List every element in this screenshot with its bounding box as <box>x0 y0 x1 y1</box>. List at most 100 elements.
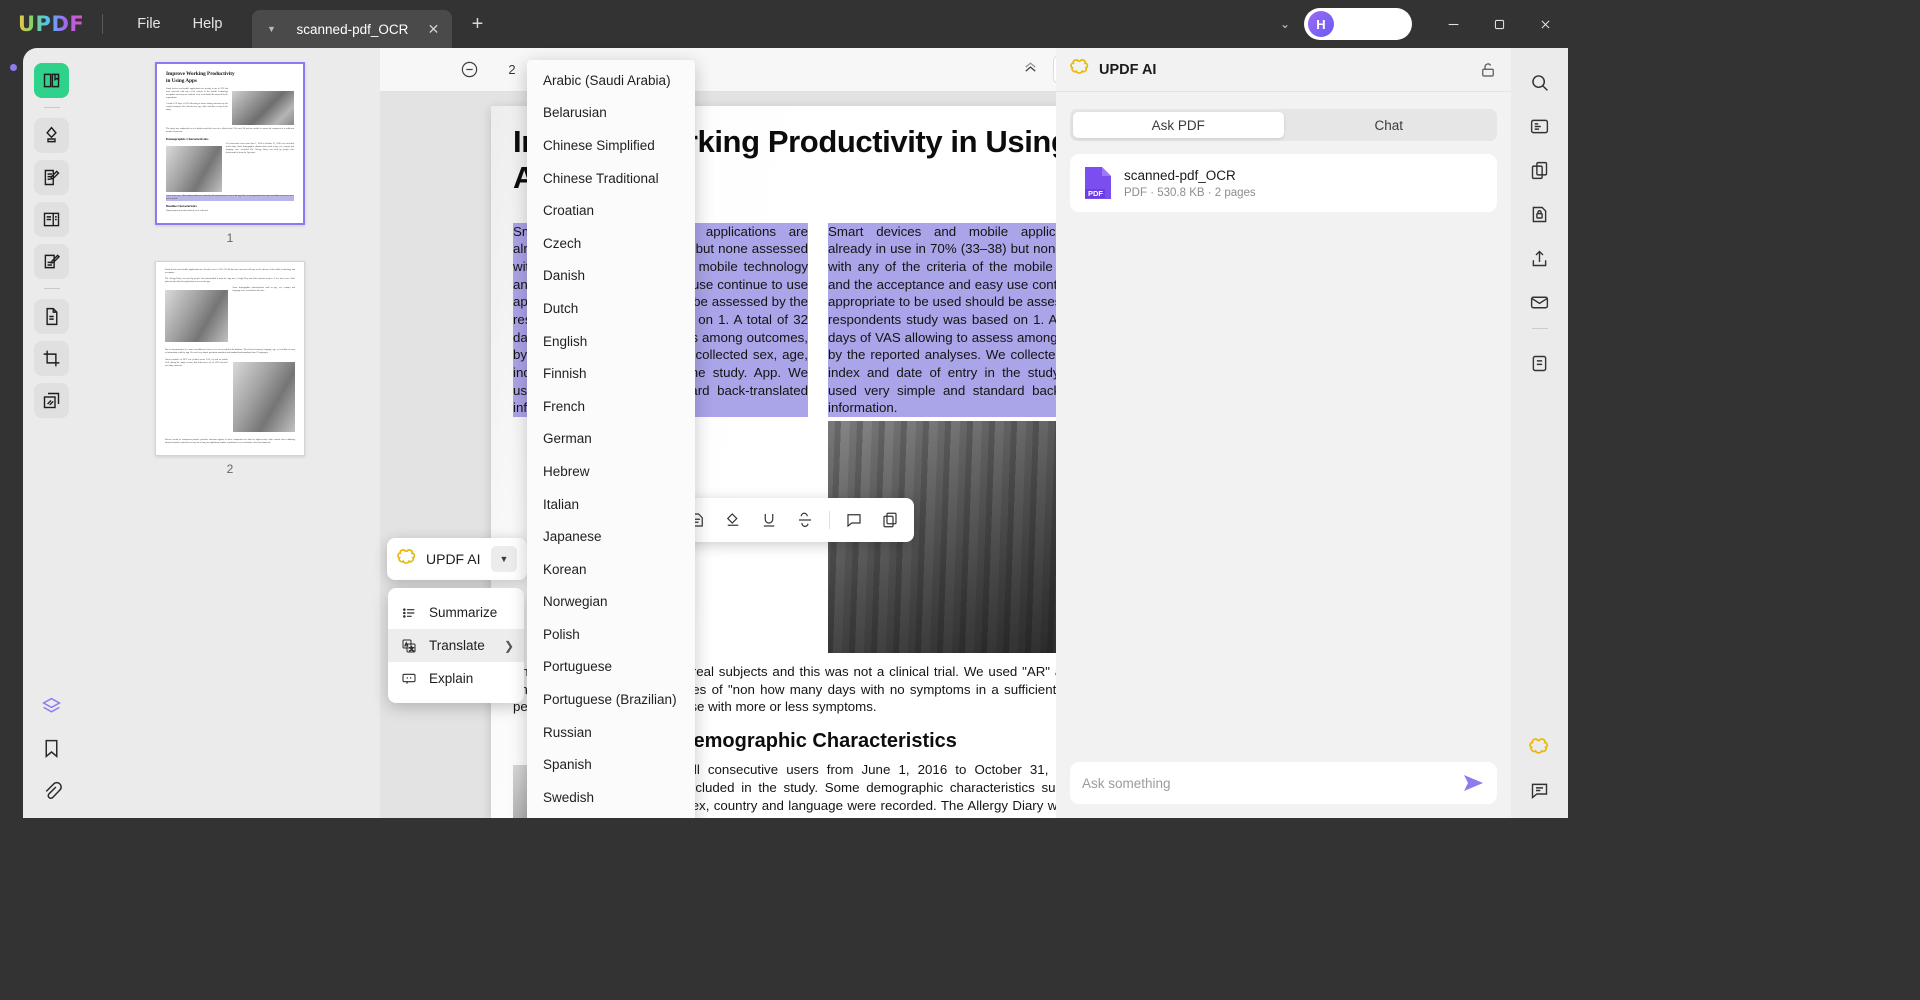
language-item[interactable]: Norwegian <box>527 586 695 619</box>
list-icon <box>398 605 420 621</box>
language-item[interactable]: Arabic (Saudi Arabia) <box>527 64 695 97</box>
tab-close-icon[interactable]: ✕ <box>424 21 442 38</box>
sidebar-item-annotate[interactable] <box>34 244 69 279</box>
translate-icon: A文 <box>398 638 420 654</box>
thumbnail-page-1[interactable]: Improve Working Productivity in Using App… <box>155 62 305 225</box>
language-submenu[interactable]: Arabic (Saudi Arabia) Belarusian Chinese… <box>527 60 695 818</box>
language-item[interactable]: Croatian <box>527 194 695 227</box>
menu-help[interactable]: Help <box>177 10 239 38</box>
underline-icon[interactable] <box>753 504 785 536</box>
language-item[interactable]: Korean <box>527 553 695 586</box>
language-item[interactable]: Hebrew <box>527 455 695 488</box>
updf-ai-float-button[interactable]: UPDF AI ▼ <box>387 538 527 580</box>
language-item[interactable]: Japanese <box>527 520 695 553</box>
selection-toolbar[interactable] <box>673 498 914 542</box>
language-item[interactable]: Russian <box>527 716 695 749</box>
language-item[interactable]: Swedish <box>527 781 695 814</box>
language-item[interactable]: Danish <box>527 260 695 293</box>
avatar: H <box>1308 11 1334 37</box>
sidebar-item-attachment[interactable] <box>34 773 69 808</box>
sidebar-item-edit-pdf[interactable] <box>34 160 69 195</box>
window-minimize-button[interactable] <box>1430 0 1476 48</box>
ai-context-menu[interactable]: Summarize A文 Translate ❯ Explain <box>388 588 524 703</box>
window-maximize-button[interactable] <box>1476 0 1522 48</box>
updf-app-window: UPDF File Help ▼ scanned-pdf_OCR ✕ + ⌄ H <box>0 0 1568 818</box>
new-tab-button[interactable]: + <box>466 13 488 36</box>
updf-ai-float-icon <box>397 547 417 572</box>
account-chip[interactable]: H <box>1304 8 1412 40</box>
email-icon[interactable] <box>1522 285 1557 320</box>
search-icon[interactable] <box>1522 65 1557 100</box>
ai-panel-header-actions[interactable] <box>1479 61 1497 79</box>
ocr-icon[interactable] <box>1522 109 1557 144</box>
sidebar-item-reader[interactable] <box>34 63 69 98</box>
language-item[interactable]: French <box>527 390 695 423</box>
toolbox-divider-1 <box>43 107 60 108</box>
feedback-icon[interactable] <box>1522 773 1557 808</box>
document-tab[interactable]: ▼ scanned-pdf_OCR ✕ <box>252 10 453 48</box>
ai-ask-input[interactable] <box>1082 775 1461 791</box>
ai-panel: UPDF AI Ask PDF Chat PDF scanned-pdf_OCR… <box>1056 48 1511 818</box>
tab-chevron-down-icon[interactable]: ▼ <box>262 24 280 34</box>
submenu-chevron-right-icon: ❯ <box>503 638 514 653</box>
language-item[interactable]: Dutch <box>527 292 695 325</box>
protect-icon[interactable] <box>1522 197 1557 232</box>
thumbnail-panel[interactable]: Improve Working Productivity in Using App… <box>80 48 380 818</box>
menu-file[interactable]: File <box>121 10 176 38</box>
language-item[interactable]: Spanish <box>527 748 695 781</box>
duplicate-icon[interactable] <box>874 504 906 536</box>
toolbox-divider-2 <box>43 288 60 289</box>
language-item[interactable]: Czech <box>527 227 695 260</box>
thumbnail-label-1: 1 <box>226 230 234 245</box>
comment-icon[interactable] <box>838 504 870 536</box>
ai-file-card[interactable]: PDF scanned-pdf_OCR PDF · 530.8 KB · 2 p… <box>1070 154 1497 212</box>
language-item[interactable]: Portuguese <box>527 651 695 684</box>
language-item[interactable]: Thai <box>527 814 695 818</box>
sidebar-item-layers[interactable] <box>34 689 69 724</box>
sidebar-item-crop[interactable] <box>34 341 69 376</box>
sidebar-item-bookmark[interactable] <box>34 731 69 766</box>
highlight-icon[interactable] <box>717 504 749 536</box>
thumbnail-page-2[interactable]: Smart devices and mobile applications ar… <box>155 260 305 456</box>
copy-page-icon[interactable] <box>1522 153 1557 188</box>
ai-panel-tabs[interactable]: Ask PDF Chat <box>1070 109 1497 141</box>
strikethrough-icon[interactable] <box>789 504 821 536</box>
ai-ask-bar[interactable] <box>1070 762 1497 804</box>
language-item[interactable]: Italian <box>527 488 695 521</box>
menu-item-translate[interactable]: A文 Translate ❯ <box>388 629 524 662</box>
thumbnail-label-2: 2 <box>226 461 234 476</box>
svg-text:PDF: PDF <box>1088 189 1103 198</box>
updf-ai-float-chevron-down-icon[interactable]: ▼ <box>491 546 517 572</box>
left-dark-rail <box>0 48 23 818</box>
language-item[interactable]: Belarusian <box>527 97 695 130</box>
unlock-icon <box>1482 62 1494 77</box>
tab-overflow-chevron-icon[interactable]: ⌄ <box>1266 17 1304 31</box>
page-up-icon[interactable] <box>1013 53 1047 87</box>
language-item[interactable]: German <box>527 423 695 456</box>
tab-chat[interactable]: Chat <box>1284 112 1495 138</box>
language-item[interactable]: Chinese Simplified <box>527 129 695 162</box>
language-item[interactable]: Portuguese (Brazilian) <box>527 683 695 716</box>
language-item[interactable]: English <box>527 325 695 358</box>
compress-icon[interactable] <box>1522 346 1557 381</box>
titlebar-right: ⌄ H <box>1266 0 1568 48</box>
share-icon[interactable] <box>1522 241 1557 276</box>
language-item[interactable]: Polish <box>527 618 695 651</box>
language-item[interactable]: Finnish <box>527 357 695 390</box>
language-item[interactable]: Chinese Traditional <box>527 162 695 195</box>
send-icon[interactable] <box>1461 771 1485 795</box>
updf-ai-logo-icon <box>1070 57 1090 82</box>
updf-ai-float-label: UPDF AI <box>426 551 481 567</box>
sidebar-item-convert[interactable] <box>34 299 69 334</box>
updf-ai-icon[interactable] <box>1522 729 1557 764</box>
menu-item-explain[interactable]: Explain <box>388 662 524 695</box>
zoom-out-icon[interactable] <box>452 53 486 87</box>
menu-item-summarize[interactable]: Summarize <box>388 596 524 629</box>
sidebar-item-batch[interactable] <box>34 383 69 418</box>
sidebar-item-organize-pages[interactable] <box>34 202 69 237</box>
updf-logo: UPDF <box>18 12 85 36</box>
tab-ask-pdf[interactable]: Ask PDF <box>1073 112 1284 138</box>
explain-icon <box>398 671 420 687</box>
sidebar-item-highlight[interactable] <box>34 118 69 153</box>
window-close-button[interactable] <box>1522 0 1568 48</box>
